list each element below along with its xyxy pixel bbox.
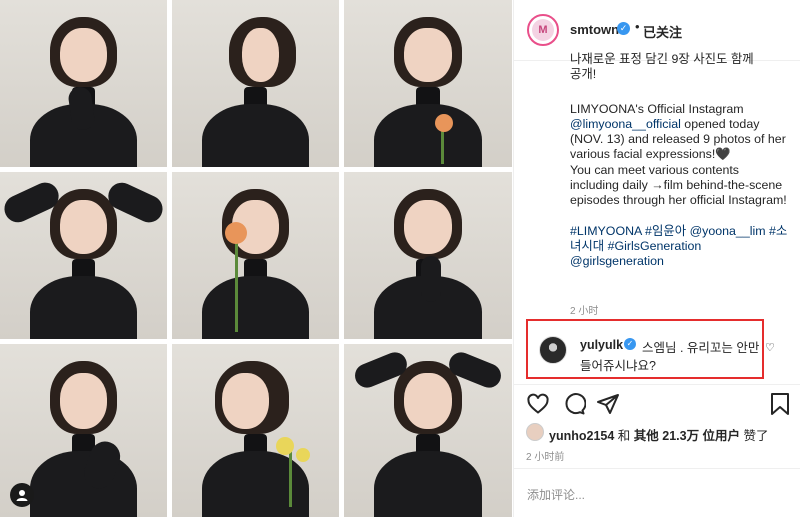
save-bookmark-icon[interactable]	[768, 392, 792, 416]
caption-korean: 나재로운 표정 담긴 9장 사진도 함께 공개!	[570, 52, 754, 82]
caption-english: LIMYOONA's Official Instagram @limyoona_…	[570, 101, 787, 208]
verified-badge-icon: ✓	[617, 22, 630, 35]
liker-username[interactable]: yunho2154	[549, 429, 614, 443]
photo-2	[172, 0, 339, 167]
comment-highlight-box	[526, 319, 764, 379]
photo-9	[344, 344, 512, 517]
photo-3	[344, 0, 512, 167]
photo-6	[344, 172, 512, 339]
mention-limyoona-official[interactable]: @limyoona__official	[570, 117, 681, 131]
author-username[interactable]: smtown	[570, 22, 619, 37]
following-button[interactable]: 已关注	[643, 22, 682, 41]
photo-8	[172, 344, 339, 517]
photo-1	[0, 0, 167, 167]
photo-4	[0, 172, 167, 339]
post-timestamp: 2 小时前	[526, 452, 565, 463]
user-tag-icon[interactable]	[10, 483, 34, 507]
photo-grid[interactable]	[0, 0, 512, 517]
comment-bubble-icon[interactable]	[562, 392, 587, 416]
comment-input-divider	[513, 468, 800, 469]
header-separator: •	[635, 19, 640, 34]
comment-like-heart-icon[interactable]: ♡	[765, 341, 775, 354]
photo-5	[172, 172, 339, 339]
author-avatar[interactable]: M	[527, 14, 559, 46]
like-heart-icon[interactable]	[526, 392, 550, 416]
add-comment-input[interactable]: 添加评论...	[527, 486, 585, 503]
action-bar	[524, 392, 794, 418]
liker-avatar[interactable]	[526, 423, 544, 441]
actions-divider	[513, 384, 800, 385]
share-paper-plane-icon[interactable]	[596, 392, 620, 416]
likes-others-link[interactable]: 其他 21.3万 位用户	[634, 429, 740, 443]
author-avatar-letter: M	[532, 19, 554, 41]
caption-hashtags[interactable]: #LIMYOONA #임윤아 @yoona__lim #소녀시대 #GirlsG…	[570, 224, 788, 270]
caption-timestamp: 2 小时	[570, 306, 599, 317]
post-caption: 나재로운 표정 담긴 9장 사진도 함께 공개! LIMYOONA's Offi…	[570, 52, 788, 285]
